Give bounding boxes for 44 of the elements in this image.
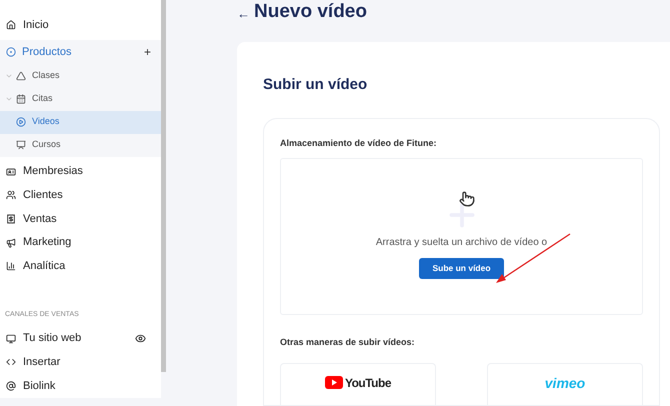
add-button[interactable]: + xyxy=(144,43,155,62)
section-label: Otras maneras de subir vídeos: xyxy=(280,336,416,349)
play-icon xyxy=(16,117,26,128)
eye-icon[interactable] xyxy=(135,333,146,344)
circle-icon xyxy=(6,47,16,58)
sidebar-item[interactable]: Tu sitio web xyxy=(0,326,161,351)
sidebar-item[interactable]: Biolink xyxy=(0,374,161,398)
service-logo: YouTube xyxy=(344,374,392,392)
scrollbar[interactable] xyxy=(161,0,166,372)
monitor-icon xyxy=(6,334,16,344)
at-sign-icon xyxy=(6,381,16,392)
play-logo-icon xyxy=(324,376,343,389)
service-logo: vimeo xyxy=(544,376,586,390)
megaphone-icon xyxy=(6,238,16,248)
people-icon xyxy=(6,190,16,200)
upload-button[interactable]: Sube un vídeo xyxy=(419,258,504,279)
code-icon xyxy=(6,357,16,368)
screen-icon xyxy=(16,140,26,150)
sidebar-item[interactable]: Marketing xyxy=(0,230,161,255)
sidebar-item[interactable]: Analítica xyxy=(0,254,161,278)
card-icon xyxy=(6,166,16,177)
sidebar-item[interactable]: Productos + xyxy=(0,40,161,65)
service-card[interactable]: YouTube xyxy=(280,362,436,405)
sidebar-item[interactable]: Inicio xyxy=(0,13,161,37)
sidebar-subitem[interactable]: Videos xyxy=(0,110,161,134)
back-button[interactable]: ← xyxy=(237,4,250,23)
calendar-icon xyxy=(16,94,26,104)
page-title: Nuevo vídeo xyxy=(254,0,367,24)
sidebar-item[interactable]: Clientes xyxy=(0,183,161,208)
sidebar-item[interactable]: Membresias xyxy=(0,160,161,184)
sidebar-item[interactable]: Ventas xyxy=(0,207,161,231)
drop-zone[interactable]: Arrastra y suelta un archivo de vídeo o Sube un vídeo xyxy=(280,158,643,315)
drop-text: Arrastra y suelta un archivo de vídeo o xyxy=(376,236,548,250)
sidebar-subitem[interactable]: Citas xyxy=(0,88,161,111)
card-title: Subir un vídeo xyxy=(263,75,368,95)
hand-cursor-icon xyxy=(459,191,475,207)
sidebar-subitem[interactable]: Cursos xyxy=(0,134,161,157)
receipt-icon xyxy=(6,214,16,224)
section-label: Almacenamiento de vídeo de Fitune: xyxy=(280,136,438,150)
triangle-icon xyxy=(16,71,26,82)
bar-chart-icon xyxy=(6,261,16,272)
house-icon xyxy=(6,20,16,30)
sidebar-item[interactable]: Insertar xyxy=(0,350,161,374)
sidebar-subitem[interactable]: Clases xyxy=(0,64,161,88)
